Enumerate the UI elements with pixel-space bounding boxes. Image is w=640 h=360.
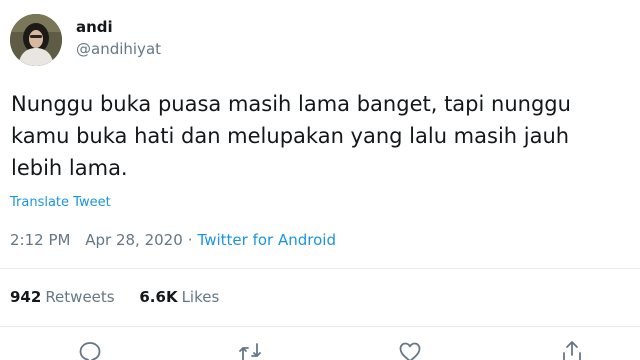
tweet-meta: 2:12 PM Apr 28, 2020 · Twitter for Android (10, 231, 336, 249)
translate-tweet-link[interactable]: Translate Tweet (10, 195, 111, 211)
divider (0, 268, 640, 269)
likes-label: Likes (181, 288, 220, 306)
tweet-stats: 942 Retweets 6.6K Likes (10, 288, 219, 306)
avatar[interactable] (10, 14, 62, 66)
tweet-time[interactable]: 2:12 PM (10, 231, 70, 249)
tweet-source-link[interactable]: Twitter for Android (198, 231, 336, 249)
meta-separator: · (187, 231, 193, 249)
tweet-screenshot: andi @andihiyat Nunggu buka puasa masih … (0, 0, 640, 360)
likes-count: 6.6K (139, 288, 178, 306)
author-name[interactable]: andi (76, 18, 113, 36)
avatar-image (10, 14, 62, 66)
retweets-stat[interactable]: 942 Retweets (10, 288, 115, 306)
retweets-count: 942 (10, 288, 42, 306)
retweet-button[interactable] (238, 340, 262, 360)
divider (0, 326, 640, 327)
like-icon (399, 342, 421, 360)
reply-icon (79, 342, 101, 360)
share-icon (563, 341, 581, 360)
share-button[interactable] (560, 340, 584, 360)
retweets-label: Retweets (45, 288, 115, 306)
likes-stat[interactable]: 6.6K Likes (139, 288, 219, 306)
retweet-icon (239, 343, 261, 360)
reply-button[interactable] (78, 340, 102, 360)
like-button[interactable] (398, 340, 422, 360)
tweet-date[interactable]: Apr 28, 2020 (85, 231, 183, 249)
tweet-text: Nunggu buka puasa masih lama banget, tap… (11, 92, 571, 180)
author-handle[interactable]: @andihiyat (76, 40, 161, 58)
